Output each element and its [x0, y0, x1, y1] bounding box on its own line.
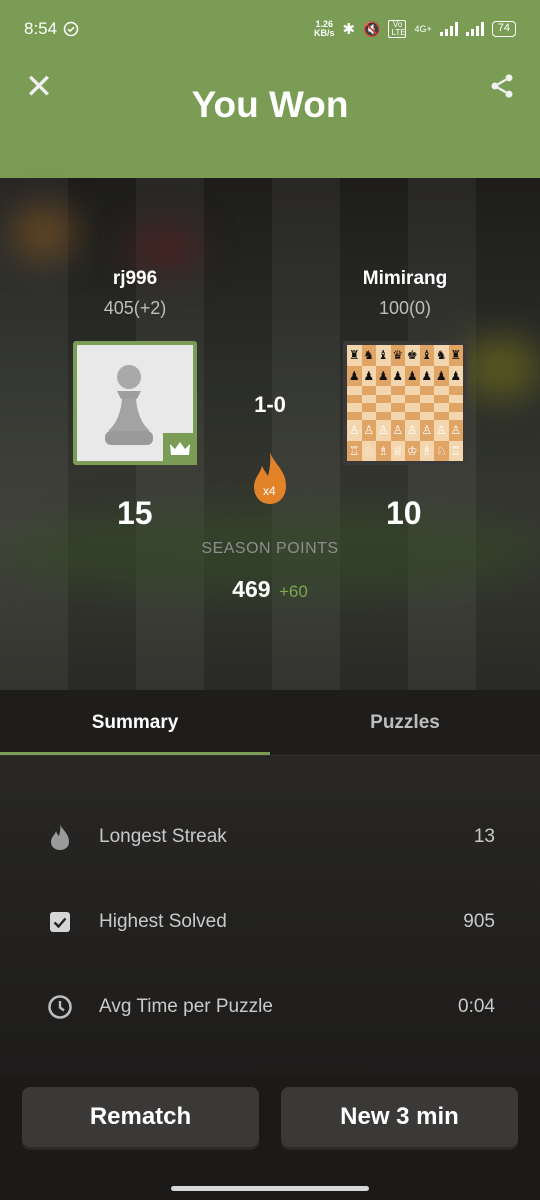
- board-square: ♙: [347, 420, 362, 441]
- board-square: ♘: [434, 440, 449, 461]
- player-right-points: 10: [386, 495, 422, 531]
- background-blob: [460, 338, 540, 398]
- status-bar-right: 1.26 KB/s ✱ 🔇 Vo LTE 4G+ 74: [314, 20, 516, 38]
- player-right-name[interactable]: Mimirang: [305, 268, 505, 290]
- bluetooth-icon: ✱: [342, 21, 356, 38]
- player-left-name[interactable]: rj996: [35, 268, 235, 290]
- player-left: rj996 405(+2): [35, 268, 235, 319]
- battery-indicator: 74: [491, 21, 516, 37]
- winner-badge: [163, 433, 197, 465]
- game-score: 1-0: [254, 392, 286, 417]
- stat-value: 905: [463, 911, 495, 932]
- status-bar-left: 8:54: [24, 19, 79, 39]
- network-type: 4G+: [414, 24, 432, 34]
- board-square: ♘: [361, 440, 376, 461]
- board-square: ♕: [390, 440, 405, 461]
- rematch-button[interactable]: Rematch: [22, 1087, 259, 1147]
- mute-icon: 🔇: [363, 20, 381, 37]
- season-points-label: SEASON POINTS: [201, 540, 339, 557]
- board-square: ♖: [347, 440, 362, 461]
- board-square: ♙: [361, 420, 376, 441]
- new-game-button[interactable]: New 3 min: [281, 1087, 518, 1147]
- background-blob: [14, 208, 74, 258]
- stat-row-avg-time: Avg Time per Puzzle 0:04: [0, 987, 540, 1027]
- stat-row-longest-streak: Longest Streak 13: [0, 817, 540, 857]
- board-square: ♗: [376, 440, 391, 461]
- stat-label: Highest Solved: [99, 911, 227, 932]
- action-bar: Rematch New 3 min: [0, 1077, 540, 1200]
- flame-icon: [46, 823, 74, 851]
- board-square: ♞: [434, 345, 449, 366]
- check-circle-icon: [63, 21, 79, 37]
- status-bar: 8:54 1.26 KB/s ✱ 🔇 Vo LTE 4G+ 74: [0, 0, 540, 58]
- player-left-rating: 405(+2): [103, 298, 167, 318]
- board-square: ♝: [419, 345, 434, 366]
- board-square: ♟: [347, 365, 362, 386]
- summary-stats: Longest Streak 13 Highest Solved 905 Avg…: [0, 757, 540, 1077]
- stat-value: 13: [473, 826, 495, 847]
- board-square: ♖: [448, 440, 463, 461]
- board-square: ♞: [361, 345, 376, 366]
- board-square: ♟: [361, 365, 376, 386]
- board-square: ♙: [419, 420, 434, 441]
- board-square: ♝: [376, 345, 391, 366]
- board-square: ♟: [376, 365, 391, 386]
- streak-flame: x4: [250, 450, 290, 506]
- board-square: ♟: [405, 365, 420, 386]
- clock-icon: [46, 993, 74, 1021]
- stat-value: 0:04: [458, 996, 495, 1017]
- board-square: ♙: [448, 420, 463, 441]
- stat-label: Longest Streak: [99, 826, 227, 847]
- board-square: ♜: [347, 345, 362, 366]
- player-right: Mimirang 100(0): [305, 268, 505, 319]
- board-square: ♗: [419, 440, 434, 461]
- tab-puzzles[interactable]: Puzzles: [270, 690, 540, 756]
- season-points: 469 +60: [0, 576, 540, 603]
- streak-multiplier: x4: [263, 484, 276, 498]
- board-square: ♟: [390, 365, 405, 386]
- network-speed: 1.26 KB/s: [313, 19, 335, 38]
- board-square: ♜: [448, 345, 463, 366]
- season-points-value: 469: [232, 576, 271, 602]
- board-square: ♟: [419, 365, 434, 386]
- result-header: ✕ You Won: [0, 58, 540, 178]
- stat-row-highest-solved: Highest Solved 905: [0, 902, 540, 942]
- board-square: ♛: [390, 345, 405, 366]
- page-title: You Won: [191, 84, 349, 125]
- board-square: ♔: [405, 440, 420, 461]
- volte-badge: Vo LTE: [388, 20, 407, 38]
- gesture-nav-bar[interactable]: [171, 1186, 369, 1191]
- crown-icon: [170, 442, 190, 455]
- background-blob: [130, 228, 200, 268]
- player-right-rating: 100(0): [378, 298, 432, 318]
- board-square: ♟: [434, 365, 449, 386]
- board-square: ♙: [434, 420, 449, 441]
- season-points-delta: +60: [278, 582, 308, 601]
- tab-summary[interactable]: Summary: [0, 690, 270, 756]
- stat-label: Avg Time per Puzzle: [99, 996, 273, 1017]
- board-square: ♙: [390, 420, 405, 441]
- board-square: ♟: [448, 365, 463, 386]
- tab-bar: Summary Puzzles: [0, 690, 540, 756]
- board-square: ♙: [405, 420, 420, 441]
- player-left-points: 15: [117, 495, 153, 531]
- signal-icon: [439, 22, 458, 36]
- signal-icon-2: [465, 22, 484, 36]
- board-square: ♚: [405, 345, 420, 366]
- status-time: 8:54: [24, 19, 58, 38]
- tab-divider: [0, 755, 540, 756]
- checkbox-icon: [46, 908, 74, 936]
- board-square: ♙: [376, 420, 391, 441]
